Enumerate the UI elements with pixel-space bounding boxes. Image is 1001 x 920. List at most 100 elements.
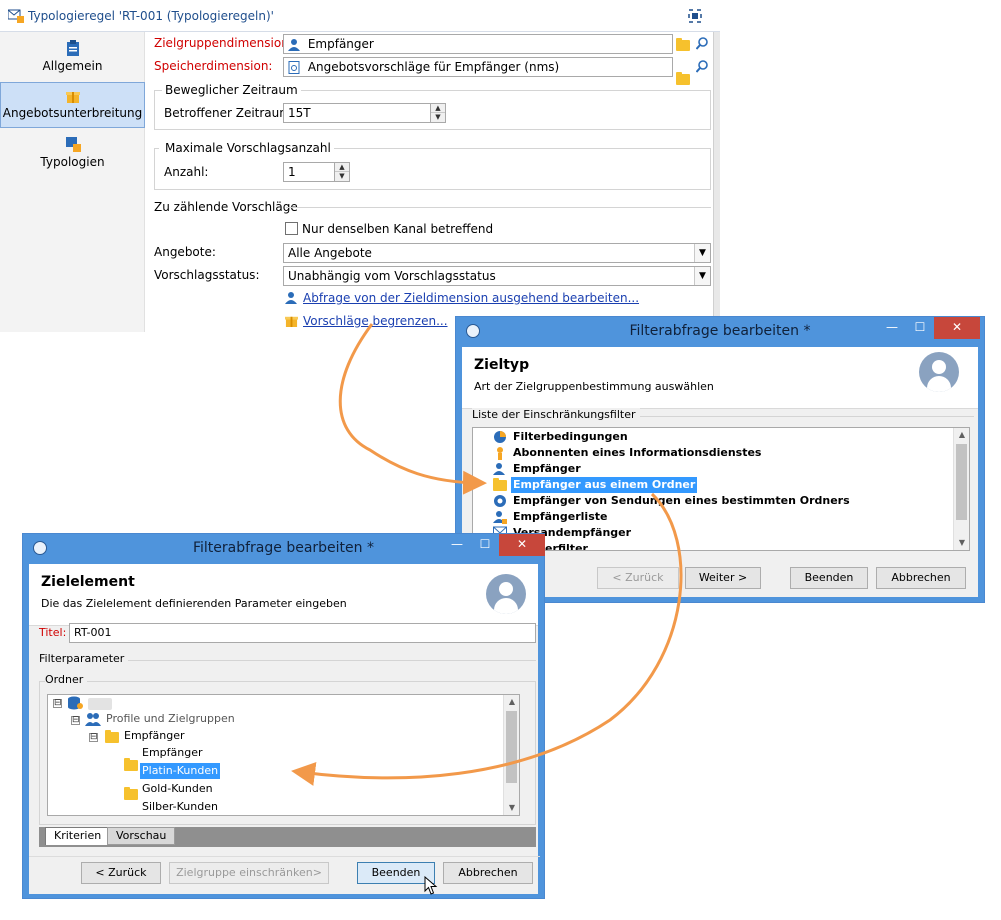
tree-node-gold[interactable]: Gold-Kunden — [142, 781, 213, 797]
profiles-icon — [85, 713, 101, 726]
tree-node-silver[interactable]: Silber-Kunden — [142, 799, 218, 815]
list-item[interactable]: erfilter — [545, 541, 588, 550]
title-value: RT-001 — [74, 626, 112, 639]
tab-preview[interactable]: Vorschau — [107, 827, 176, 845]
target-dimension-label: Zielgruppendimension: — [154, 36, 293, 50]
title-field[interactable]: RT-001 — [69, 623, 536, 643]
scroll-thumb[interactable] — [506, 711, 517, 783]
search-icon[interactable] — [696, 60, 709, 73]
footer-divider — [29, 856, 540, 857]
offers-value: Alle Angebote — [288, 246, 372, 260]
folder-icon[interactable] — [676, 38, 690, 51]
gift-icon — [65, 92, 80, 103]
title-label: Titel: — [39, 626, 67, 639]
delivery-gear-icon — [494, 495, 506, 507]
chevron-down-icon[interactable]: ▼ — [694, 244, 710, 262]
nav-item-offer-presentation[interactable]: Angebotsunterbreitung — [0, 82, 145, 128]
nav-label-general: Allgemein — [42, 59, 103, 73]
scroll-up-icon[interactable]: ▲ — [954, 428, 969, 442]
scroll-down-icon[interactable]: ▼ — [504, 801, 519, 815]
close-button[interactable]: ✕ — [934, 317, 980, 339]
target-dimension-value: Empfänger — [307, 37, 374, 51]
target-element-dialog: Filterabfrage bearbeiten * — ☐ ✕ Zielele… — [22, 533, 545, 899]
chevron-down-icon[interactable]: ▼ — [694, 267, 710, 285]
back-button[interactable]: < Zurück — [597, 567, 679, 589]
typology-rule-icon — [8, 9, 24, 23]
restrict-target-button[interactable]: Zielgruppe einschränken> — [169, 862, 329, 884]
scroll-up-icon[interactable]: ▲ — [504, 695, 519, 709]
next-button[interactable]: Weiter > — [685, 567, 761, 589]
list-item-selected[interactable]: Empfänger aus einem Ordner — [493, 477, 698, 493]
list-item[interactable]: Abonnenten eines Informationsdienstes — [497, 445, 761, 461]
scroll-down-icon[interactable]: ▼ — [954, 536, 969, 550]
typology-icon — [65, 137, 81, 152]
tree-node-root[interactable] — [88, 698, 112, 710]
typology-rule-window: Typologieregel 'RT-001 (Typologieregeln)… — [0, 0, 720, 332]
user-avatar-icon — [486, 574, 526, 614]
dialog-title-bar: Filterabfrage bearbeiten * — ☐ ✕ — [23, 534, 545, 564]
schema-icon — [288, 61, 300, 74]
proposal-status-select[interactable]: Unabhängig vom Vorschlagsstatus ▼ — [283, 266, 711, 286]
list-item[interactable]: Filterbedingungen — [494, 429, 628, 445]
proposals-to-count-label: Zu zählende Vorschläge — [154, 200, 298, 214]
nav-item-general[interactable]: Allgemein — [0, 40, 145, 80]
same-channel-label: Nur denselben Kanal betreffend — [302, 222, 494, 236]
list-item-label: Empfänger von Sendungen eines bestimmten… — [513, 494, 850, 507]
scroll-thumb[interactable] — [956, 444, 967, 520]
dialog-header: Zieltyp Art der Zielgruppenbestimmung au… — [462, 347, 978, 409]
list-item[interactable]: Empfänger von Sendungen eines bestimmten… — [494, 493, 850, 509]
same-channel-checkbox[interactable] — [285, 222, 298, 235]
folder-tree[interactable]: ⊟ ⊟ Profile und Zielgruppen ⊟ Empfänger … — [47, 694, 520, 816]
cancel-button[interactable]: Abbrechen — [443, 862, 533, 884]
list-item[interactable]: Empfänger — [493, 461, 581, 477]
period-spinner[interactable]: ▲ ▼ — [430, 103, 446, 123]
offers-select[interactable]: Alle Angebote ▼ — [283, 243, 711, 263]
tree-node-recipients-sub[interactable]: Empfänger — [142, 745, 203, 761]
period-field[interactable]: 15T — [283, 103, 431, 123]
count-field[interactable]: 1 — [283, 162, 335, 182]
storage-dimension-field[interactable]: Angebotsvorschläge für Empfänger (nms) — [283, 57, 673, 77]
folder-icon[interactable] — [676, 72, 690, 85]
person-icon — [288, 39, 300, 51]
tab-criteria[interactable]: Kriterien — [45, 827, 111, 845]
target-dimension-field[interactable]: Empfänger — [283, 34, 673, 54]
period-value: 15T — [288, 106, 311, 120]
restriction-filter-list[interactable]: Filterbedingungen Abonnenten eines Infor… — [472, 427, 970, 551]
list-item[interactable]: Empfängerliste — [493, 509, 607, 525]
storage-dimension-value: Angebotsvorschläge für Empfänger (nms) — [307, 60, 560, 74]
list-item-label: Filterbedingungen — [513, 430, 628, 443]
close-button[interactable]: ✕ — [499, 534, 545, 556]
vertical-scrollbar[interactable]: ▲ ▼ — [503, 695, 519, 815]
vertical-scrollbar[interactable]: ▲ ▼ — [953, 428, 969, 550]
back-button[interactable]: < Zurück — [81, 862, 161, 884]
minimize-button[interactable]: — — [878, 317, 906, 339]
offers-label: Angebote: — [154, 245, 216, 259]
search-icon[interactable] — [696, 37, 709, 50]
dialog-header: Zielelement Die das Zielelement definier… — [29, 564, 538, 626]
collapse-icon[interactable]: ⊟ — [53, 699, 62, 708]
collapse-icon[interactable]: ⊟ — [89, 733, 98, 742]
person-icon — [493, 463, 505, 475]
database-icon — [68, 696, 83, 710]
nav-item-typologies[interactable]: Typologien — [0, 136, 145, 176]
tree-node-platinum-selected[interactable]: Platin-Kunden — [140, 763, 221, 779]
tree-node-profiles[interactable]: Profile und Zielgruppen — [106, 711, 235, 727]
edit-query-link[interactable]: Abfrage von der Zieldimension ausgehend … — [303, 291, 639, 305]
recipient-list-icon — [493, 511, 507, 524]
count-spinner[interactable]: ▲ ▼ — [334, 162, 350, 182]
limit-proposals-link[interactable]: Vorschläge begrenzen... — [303, 314, 448, 328]
group-divider — [286, 207, 711, 208]
maximize-button[interactable]: ☐ — [471, 534, 499, 556]
finish-button[interactable]: Beenden — [790, 567, 868, 589]
tree-node-recipients[interactable]: Empfänger — [124, 728, 185, 744]
gift-icon — [285, 316, 298, 327]
maximize-button[interactable]: ☐ — [906, 317, 934, 339]
folder-person-icon — [124, 758, 138, 771]
list-item-label: Empfänger aus einem Ordner — [513, 478, 696, 491]
minimize-button[interactable]: — — [443, 534, 471, 556]
collapse-icon[interactable]: ⊟ — [71, 716, 80, 725]
nav-label-typologies: Typologien — [40, 155, 105, 169]
header-title: Zieltyp — [474, 357, 530, 373]
cancel-button[interactable]: Abbrechen — [876, 567, 966, 589]
maximize-icon[interactable] — [688, 9, 702, 23]
